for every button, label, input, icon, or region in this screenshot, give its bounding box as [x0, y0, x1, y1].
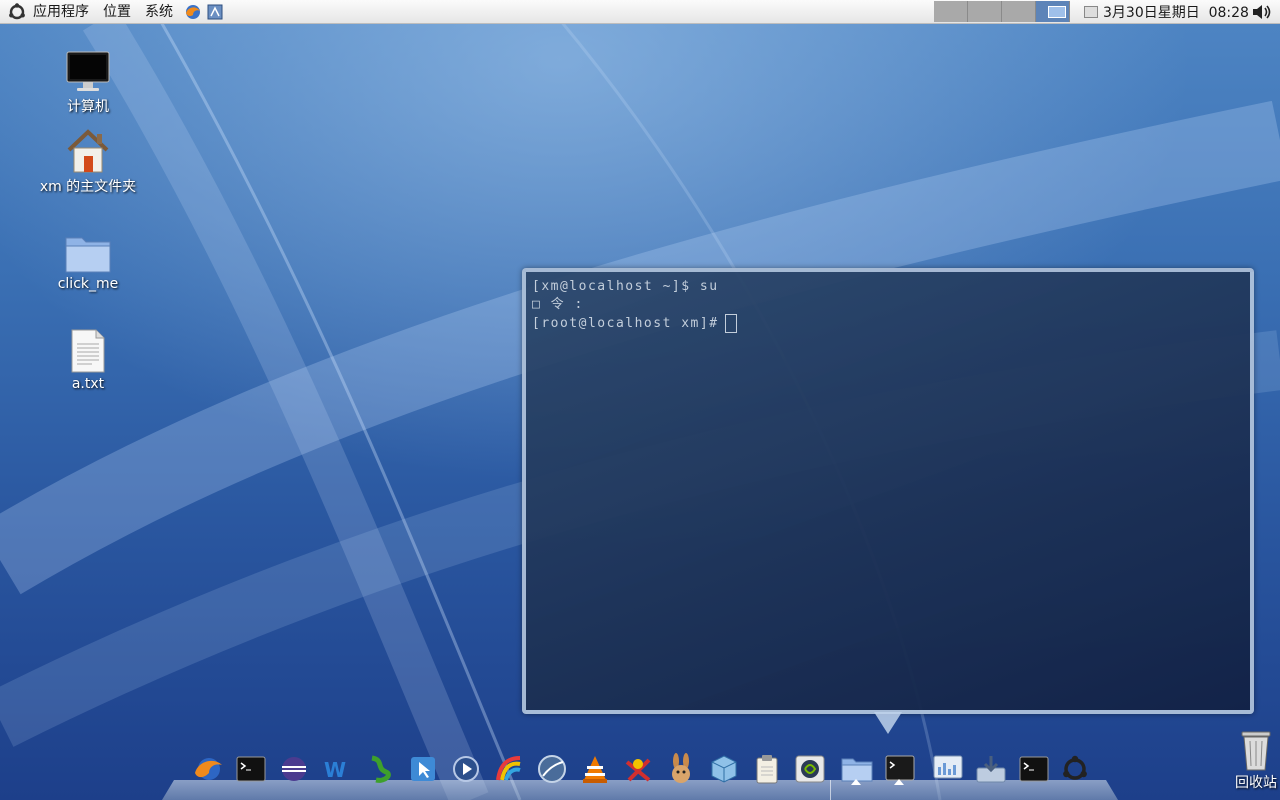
clock[interactable]: 3月30日星期日 08:28: [1084, 0, 1249, 24]
dock-download-icon[interactable]: [974, 752, 1008, 786]
dock-terminal-icon[interactable]: [234, 752, 268, 786]
terminal-prompt: [root@localhost xm]#: [532, 316, 719, 331]
menu-places[interactable]: 位置: [96, 0, 138, 24]
dock-virtualbox-icon[interactable]: [707, 752, 741, 786]
desktop-icon-trash[interactable]: 回收站: [1232, 726, 1280, 792]
menu-system[interactable]: 系统: [138, 0, 180, 24]
dock-rabbit-icon[interactable]: [664, 752, 698, 786]
dock-fuzzy-icon[interactable]: [363, 752, 397, 786]
calendar-icon: [1084, 6, 1098, 18]
desktop-icon-label: click_me: [57, 276, 119, 292]
terminal-prompt-line: [root@localhost xm]#: [526, 314, 1250, 333]
dock-media-player-icon[interactable]: [449, 752, 483, 786]
dock-cursor-app-icon[interactable]: [406, 752, 440, 786]
terminal-window[interactable]: [xm@localhost ~]$ su □ 令 : [root@localho…: [522, 268, 1254, 714]
dock-ubuntu-icon[interactable]: [1058, 752, 1092, 786]
dock-globe-icon[interactable]: [535, 752, 569, 786]
dock-eclipse-icon[interactable]: [277, 752, 311, 786]
desktop-icon-a-txt[interactable]: a.txt: [33, 326, 143, 392]
workspace-4[interactable]: [1036, 1, 1070, 22]
desktop-icon-click-me[interactable]: click_me: [33, 226, 143, 292]
trash-label: 回收站: [1235, 775, 1277, 791]
dock-vlc-icon[interactable]: [578, 752, 612, 786]
terminal-cursor: [724, 314, 737, 333]
dock-game-icon[interactable]: [621, 752, 655, 786]
folder-icon: [64, 226, 112, 274]
terminal-line: [xm@localhost ~]$ su: [532, 279, 719, 294]
terminal-popup-pointer: [874, 712, 902, 734]
desktop-icon-label: a.txt: [71, 376, 105, 392]
mail-launcher-icon[interactable]: [206, 3, 224, 21]
text-file-icon: [64, 326, 112, 374]
workspace-switcher: [934, 1, 1070, 22]
dock-paint-icon[interactable]: [492, 752, 526, 786]
dock-running-indicator: [851, 779, 861, 785]
desktop-icon-label: 计算机: [67, 99, 109, 115]
dock-wiki-icon[interactable]: W: [320, 752, 354, 786]
top-panel: 应用程序 位置 系统 3月30日星期日 08:28: [0, 0, 1280, 24]
ubuntu-menu-icon[interactable]: [8, 2, 26, 21]
home-folder-icon: [64, 126, 112, 174]
workspace-3[interactable]: [1002, 1, 1036, 22]
desktop-icon-home[interactable]: xm 的主文件夹: [33, 126, 143, 196]
desktop-icon-computer[interactable]: 计算机: [33, 46, 143, 116]
dock-clipboard-icon[interactable]: [750, 752, 784, 786]
dock-firefox-icon[interactable]: [191, 752, 225, 786]
clock-text: 3月30日星期日 08:28: [1103, 5, 1249, 21]
menu-applications[interactable]: 应用程序: [26, 0, 96, 24]
dock-terminal-icon[interactable]: [1017, 752, 1051, 786]
dock-nvidia-icon[interactable]: [793, 752, 827, 786]
svg-text:W: W: [324, 758, 346, 781]
terminal-line: □ 令 :: [532, 297, 584, 312]
workspace-1[interactable]: [934, 1, 968, 22]
dock-separator: [830, 780, 831, 800]
trash-icon: [1232, 726, 1280, 772]
dock-cpu-monitor-icon[interactable]: [931, 752, 965, 786]
desktop-icon-label: xm 的主文件夹: [39, 179, 137, 195]
workspace-2[interactable]: [968, 1, 1002, 22]
volume-icon[interactable]: [1251, 3, 1273, 25]
computer-icon: [64, 46, 112, 94]
firefox-launcher-icon[interactable]: [184, 3, 202, 21]
dock-running-indicator: [894, 779, 904, 785]
